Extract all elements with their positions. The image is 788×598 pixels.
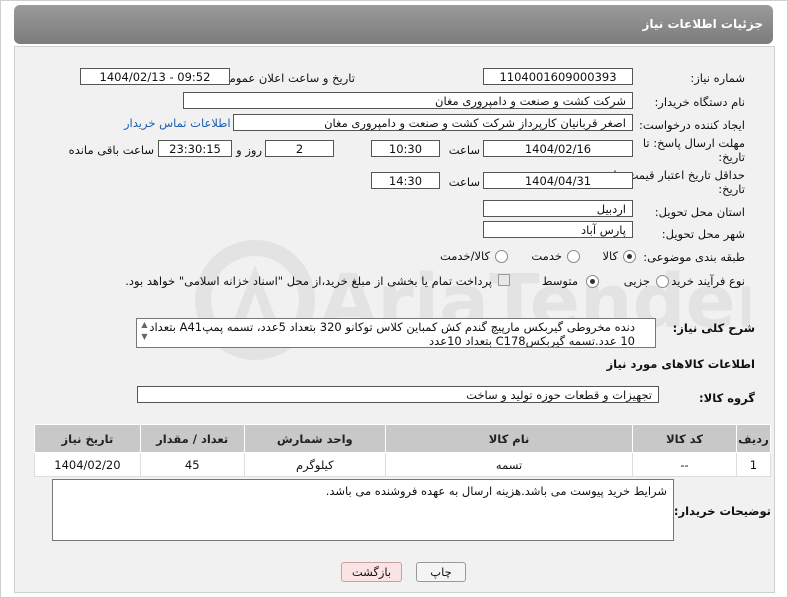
creator-field: اصغر قربانیان کارپرداز شرکت کشت و صنعت و… [233,114,633,131]
radio-goods-service[interactable] [495,250,508,263]
deadline-time-label: ساعت [448,143,480,157]
need-number-label: شماره نیاز: [690,71,745,85]
contact-buyer-link[interactable]: اطلاعات تماس خریدار [124,116,231,130]
page-header: جزئیات اطلاعات نیاز [14,5,773,44]
validity-time-field: 14:30 [371,172,440,189]
col-date: تاریخ نیاز [34,424,141,453]
page-title: جزئیات اطلاعات نیاز [642,17,763,31]
buyer-notes-text: شرایط خرید پیوست می باشد.هزینه ارسال به … [325,484,667,498]
description-label: شرح کلی نیاز: [672,321,755,335]
cell-code: -- [632,452,737,477]
cell-date: 1404/02/20 [34,452,141,477]
buyer-org-label: نام دستگاه خریدار: [654,95,745,109]
validity-time-label: ساعت [448,175,480,189]
deadline-label: مهلت ارسال پاسخ: تا تاریخ: [642,136,745,164]
process-label: نوع فرآیند خرید : [663,274,745,288]
buyer-notes-box: شرایط خرید پیوست می باشد.هزینه ارسال به … [52,479,674,541]
goods-group-field: تجهیزات و قطعات حوزه تولید و ساخت [137,386,659,403]
province-field: اردبیل [483,200,633,217]
days-label: روز و [236,143,262,157]
deadline-date-field: 1404/02/16 [483,140,633,157]
payment-note: پرداخت تمام یا بخشی از مبلغ خرید،از محل … [125,274,492,288]
col-code: کد کالا [632,424,737,453]
goods-section-title: اطلاعات کالاهای مورد نیاز [606,357,755,371]
radio-minor[interactable] [656,275,669,288]
remaining-time-field: 23:30:15 [158,140,232,157]
table-header-row: ردیف کد کالا نام کالا واحد شمارش تعداد /… [34,424,772,453]
radio-service[interactable] [567,250,580,263]
cell-qty: 45 [139,452,245,477]
col-qty: تعداد / مقدار [139,424,245,453]
cell-name: تسمه [384,452,634,477]
description-text: دنده مخروطی گیربکس مارپیچ گندم کش کمباین… [149,320,635,348]
goods-group-label: گروه کالا: [699,391,755,405]
buyer-org-field: شرکت کشت و صنعت و دامپروری مغان [183,92,633,109]
validity-date-field: 1404/04/31 [483,172,633,189]
radio-service-label: خدمت [531,249,562,263]
print-button[interactable]: چاپ [416,562,466,582]
creator-label: ایجاد کننده درخواست: [639,118,745,132]
remaining-label: ساعت باقی مانده [68,143,154,157]
col-unit: واحد شمارش [243,424,386,453]
announce-field: 1404/02/13 - 09:52 [80,68,230,85]
buyer-notes-label: توضیحات خریدار: [673,504,771,518]
radio-goods[interactable] [623,250,636,263]
province-label: استان محل تحویل: [654,205,745,219]
radio-goods-label: کالا [602,249,618,263]
category-label: طبقه بندی موضوعی: [643,250,745,264]
deadline-time-field: 10:30 [371,140,440,157]
description-textarea[interactable]: دنده مخروطی گیربکس مارپیچ گندم کش کمباین… [136,318,656,348]
announce-label: تاریخ و ساعت اعلان عمومی: [216,71,355,85]
radio-minor-label: جزیی [623,274,650,288]
col-row: ردیف [735,424,772,453]
radio-medium[interactable] [586,275,599,288]
treasury-checkbox[interactable] [498,274,510,286]
need-number-field: 1104001609000393 [483,68,633,85]
page: جزئیات اطلاعات نیاز AriaTender.net شماره… [0,0,788,598]
city-field: پارس آباد [483,221,633,238]
back-button[interactable]: بازگشت [341,562,402,582]
city-label: شهر محل تحویل: [661,227,745,241]
radio-goods-service-label: کالا/خدمت [439,249,490,263]
col-name: نام کالا [384,424,634,453]
days-field: 2 [265,140,334,157]
cell-row: 1 [735,452,772,477]
goods-table: ردیف کد کالا نام کالا واحد شمارش تعداد /… [34,424,772,477]
scroll-down-icon[interactable]: ▼ [140,331,149,343]
scroll-up-icon[interactable]: ▲ [140,319,149,331]
radio-medium-label: متوسط [541,274,578,288]
table-row: 1 -- تسمه کیلوگرم 45 1404/02/20 [34,452,772,477]
cell-unit: کیلوگرم [243,452,386,477]
